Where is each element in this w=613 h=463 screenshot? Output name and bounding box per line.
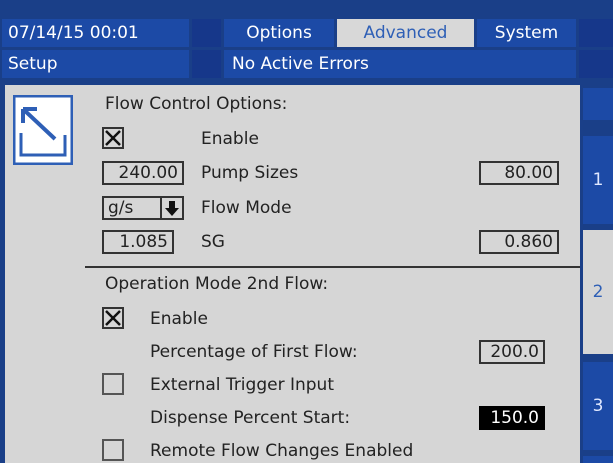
second-flow-enable-checkbox[interactable] xyxy=(102,307,124,329)
side-button-top[interactable] xyxy=(583,88,613,120)
dispense-percent-field[interactable]: 150.0 xyxy=(479,406,545,430)
arrow-down-icon[interactable] xyxy=(160,196,184,220)
screen-name: Setup xyxy=(2,50,189,78)
side-button-bottom[interactable] xyxy=(583,456,613,463)
side-tab-2[interactable]: 2 xyxy=(583,230,613,354)
remote-flow-label: Remote Flow Changes Enabled xyxy=(150,441,414,461)
side-tab-1[interactable]: 1 xyxy=(583,136,613,224)
pump-size-1-field[interactable]: 240.00 xyxy=(102,161,184,185)
status-indicator-3 xyxy=(579,50,613,78)
flow-control-icon xyxy=(12,94,74,166)
x-mark-icon xyxy=(105,130,121,146)
setup-panel: Flow Control Options: Enable 240.00 Pump… xyxy=(5,85,580,463)
second-flow-enable-label: Enable xyxy=(150,309,208,329)
section-divider xyxy=(85,266,580,268)
remote-flow-checkbox[interactable] xyxy=(102,439,124,461)
tab-system[interactable]: System xyxy=(477,19,576,47)
flow-enable-checkbox[interactable] xyxy=(102,127,124,149)
tab-options[interactable]: Options xyxy=(224,19,334,47)
status-indicator-2 xyxy=(192,50,221,78)
error-status: No Active Errors xyxy=(224,50,576,78)
datetime-display: 07/14/15 00:01 xyxy=(2,19,189,47)
status-indicator-1 xyxy=(192,19,221,47)
external-trigger-label: External Trigger Input xyxy=(150,375,334,395)
sg-2-field[interactable]: 0.860 xyxy=(479,230,559,254)
x-mark-icon xyxy=(105,310,121,326)
flow-mode-value: g/s xyxy=(108,198,134,218)
tab-advanced[interactable]: Advanced xyxy=(337,19,474,47)
side-tab-3[interactable]: 3 xyxy=(583,362,613,450)
second-flow-title: Operation Mode 2nd Flow: xyxy=(105,274,329,294)
external-trigger-checkbox[interactable] xyxy=(102,373,124,395)
sg-1-field[interactable]: 1.085 xyxy=(102,230,174,254)
pump-sizes-label: Pump Sizes xyxy=(201,163,299,183)
tab-overflow[interactable] xyxy=(579,19,613,47)
flow-control-title: Flow Control Options: xyxy=(105,94,288,114)
dispense-percent-label: Dispense Percent Start: xyxy=(150,408,351,428)
sg-label: SG xyxy=(201,232,225,252)
percentage-first-flow-field[interactable]: 200.0 xyxy=(479,340,545,364)
percentage-first-flow-label: Percentage of First Flow: xyxy=(150,342,358,362)
flow-enable-label: Enable xyxy=(201,129,259,149)
flow-mode-label: Flow Mode xyxy=(201,198,292,218)
pump-size-2-field[interactable]: 80.00 xyxy=(479,161,559,185)
